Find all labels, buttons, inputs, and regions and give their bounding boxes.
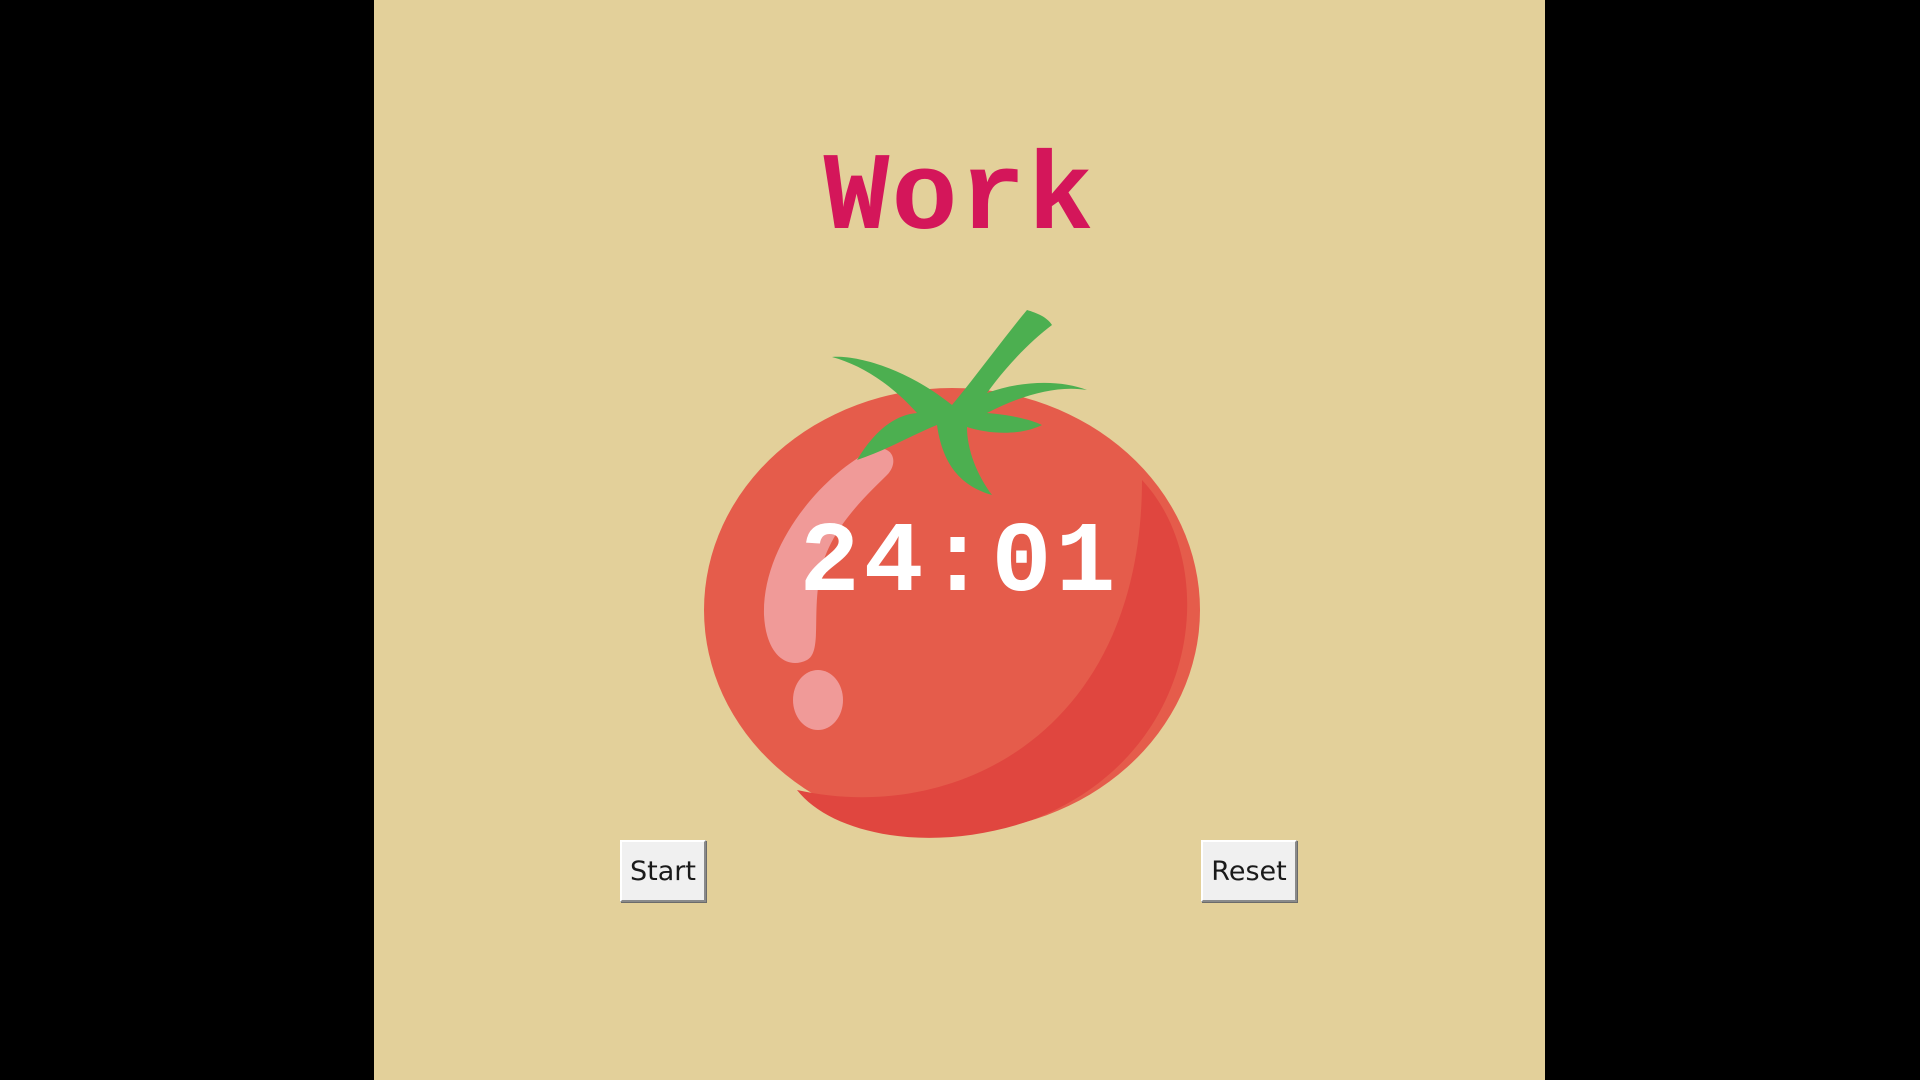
timer-display: 24:01 bbox=[799, 508, 1120, 621]
start-button[interactable]: Start bbox=[620, 840, 706, 902]
screen: Work 24:01 Start Reset bbox=[0, 0, 1920, 1080]
mode-heading: Work bbox=[823, 137, 1096, 262]
pomodoro-window: Work 24:01 Start Reset bbox=[374, 0, 1545, 1080]
reset-button[interactable]: Reset bbox=[1201, 840, 1297, 902]
